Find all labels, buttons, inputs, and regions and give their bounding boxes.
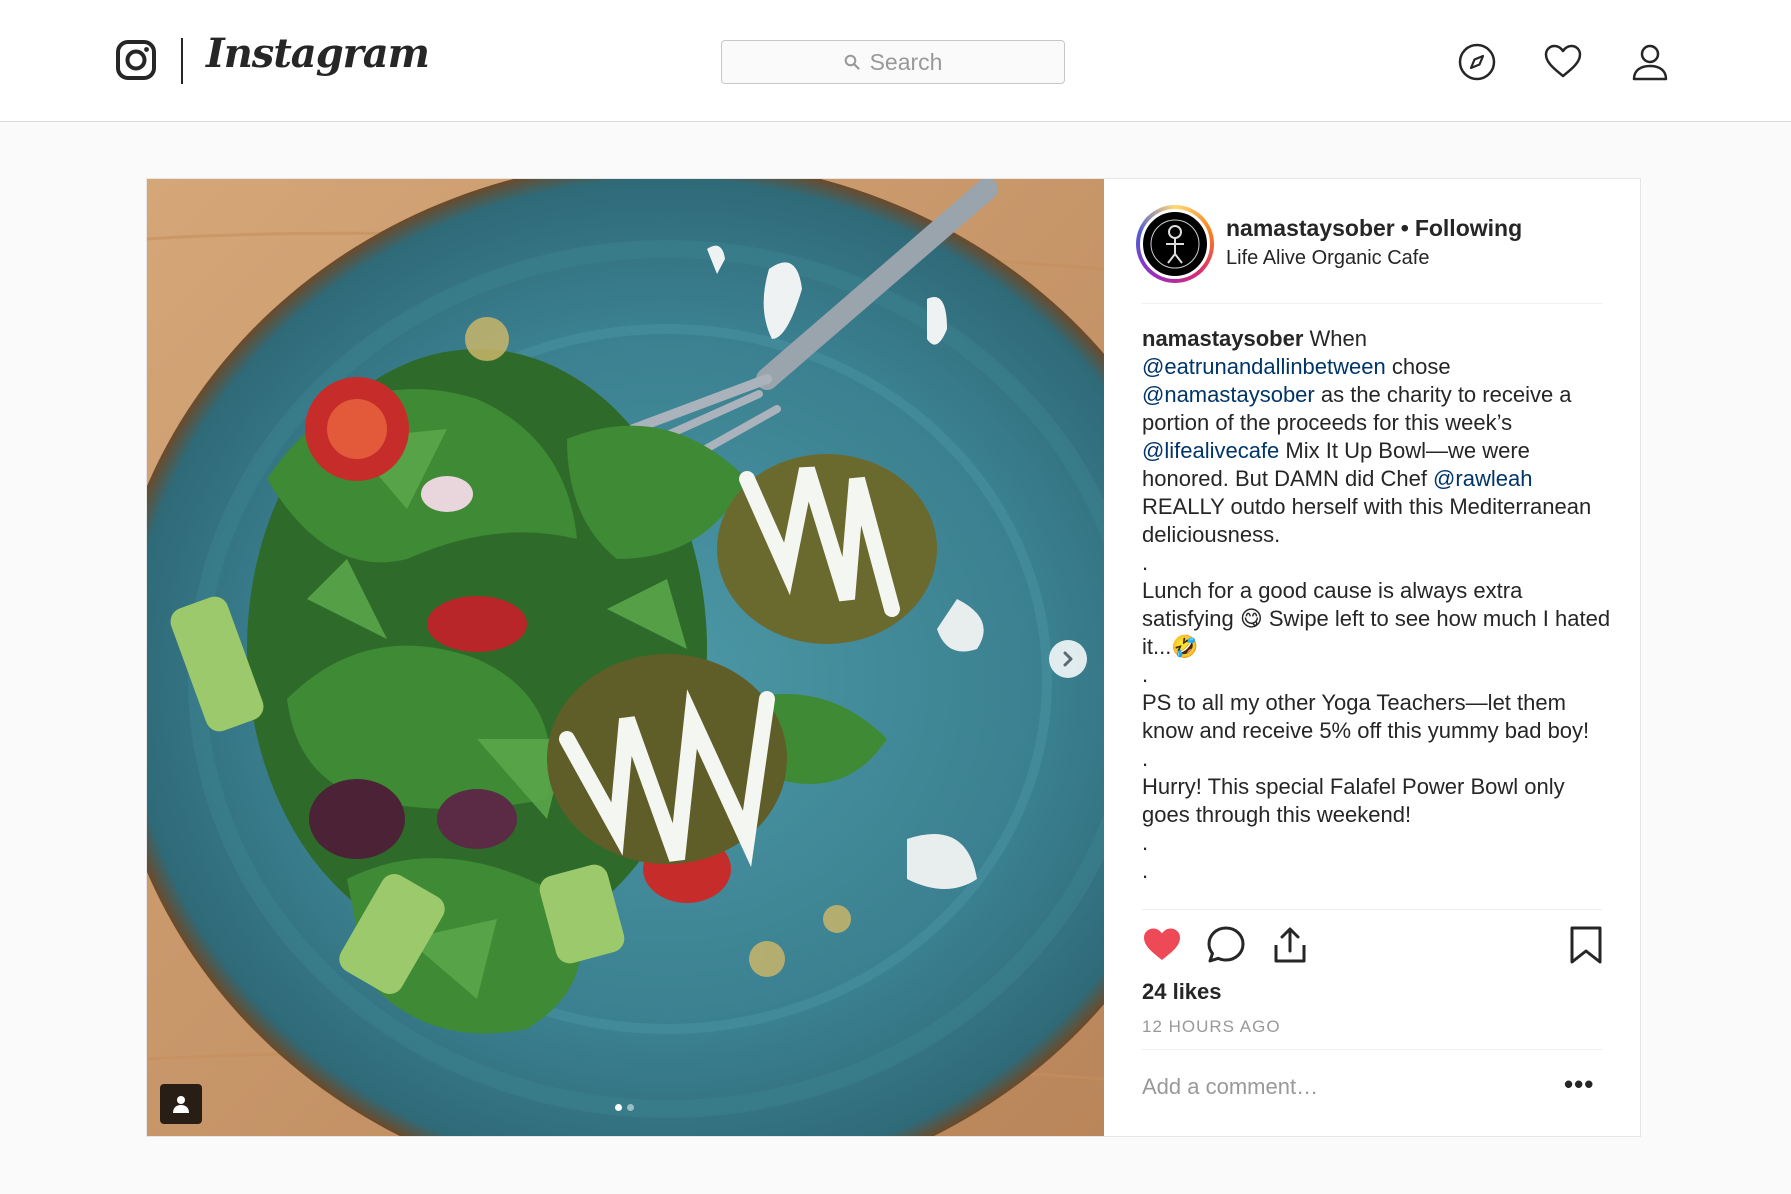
search-placeholder: Search [869,48,943,75]
following-button[interactable]: Following [1415,215,1522,241]
instagram-glyph-icon[interactable] [116,40,156,80]
likes-count[interactable]: 24 likes [1142,979,1222,1005]
post-header: namastaysober • Following Life Alive Organ… [1104,179,1640,303]
caption-dot: . [1142,662,1149,687]
profile-icon[interactable] [1630,42,1670,82]
caption-username[interactable]: namastaysober [1142,326,1303,351]
carousel-dot-active [615,1104,622,1111]
caption-paragraph: Lunch for a good cause is always extra s… [1142,578,1611,659]
food-photo-illustration [147,179,1104,1136]
more-options-button[interactable]: ••• [1564,1071,1594,1097]
logo-divider [181,38,183,84]
share-icon[interactable] [1270,925,1310,965]
caption-text: chose [1385,354,1451,379]
caption-dot: . [1142,830,1149,855]
caption-paragraph: PS to all my other Yoga Teachers—let the… [1142,690,1590,743]
avatar-image [1140,209,1210,279]
chevron-right-icon [1063,651,1073,667]
divider [1142,909,1602,910]
add-comment-input[interactable]: Add a comment… [1142,1074,1318,1100]
divider [1142,1049,1602,1050]
caption-text: REALLY outdo herself with this Mediterra… [1142,494,1592,547]
mention-link[interactable]: @rawleah [1433,466,1532,491]
top-navigation-bar: Instagram Search [0,0,1791,122]
mention-link[interactable]: @lifealivecafe [1142,438,1279,463]
comment-icon[interactable] [1206,925,1246,965]
caption-dot: . [1142,550,1149,575]
follow-separator: • [1400,215,1409,241]
post-sidebar: namastaysober • Following Life Alive Organ… [1104,179,1640,1136]
next-photo-button[interactable] [1049,640,1087,678]
bookmark-icon[interactable] [1568,925,1604,965]
like-filled-heart-icon[interactable] [1142,925,1182,965]
compass-icon[interactable] [1457,42,1497,82]
post-location[interactable]: Life Alive Organic Cafe [1226,247,1429,270]
search-icon [844,54,860,70]
carousel-indicator [615,1104,634,1111]
tagged-users-button[interactable] [160,1084,202,1124]
caption-paragraph: Hurry! This special Falafel Power Bowl o… [1142,774,1565,827]
post-caption: namastaysober When @eatrunandallinbetwee… [1142,325,1612,885]
post-author-line: namastaysober • Following [1226,215,1522,242]
caption-text: When [1303,326,1368,351]
post-card: namastaysober • Following Life Alive Organ… [146,178,1641,1137]
carousel-dot [627,1104,634,1111]
caption-dot: . [1142,858,1149,883]
divider [1142,303,1602,304]
post-username[interactable]: namastaysober [1226,215,1395,241]
post-timestamp[interactable]: 12 HOURS AGO [1142,1017,1281,1037]
search-input[interactable]: Search [721,40,1065,84]
caption-dot: . [1142,746,1149,771]
mention-link[interactable]: @namastaysober [1142,382,1315,407]
instagram-wordmark[interactable]: Instagram [206,30,430,77]
post-photo[interactable] [147,179,1104,1136]
mention-link[interactable]: @eatrunandallinbetween [1142,354,1386,379]
post-actions [1142,925,1602,969]
heart-icon[interactable] [1543,42,1583,82]
avatar[interactable] [1136,205,1214,283]
person-tag-icon [173,1096,189,1113]
skeleton-logo-icon [1150,219,1200,269]
